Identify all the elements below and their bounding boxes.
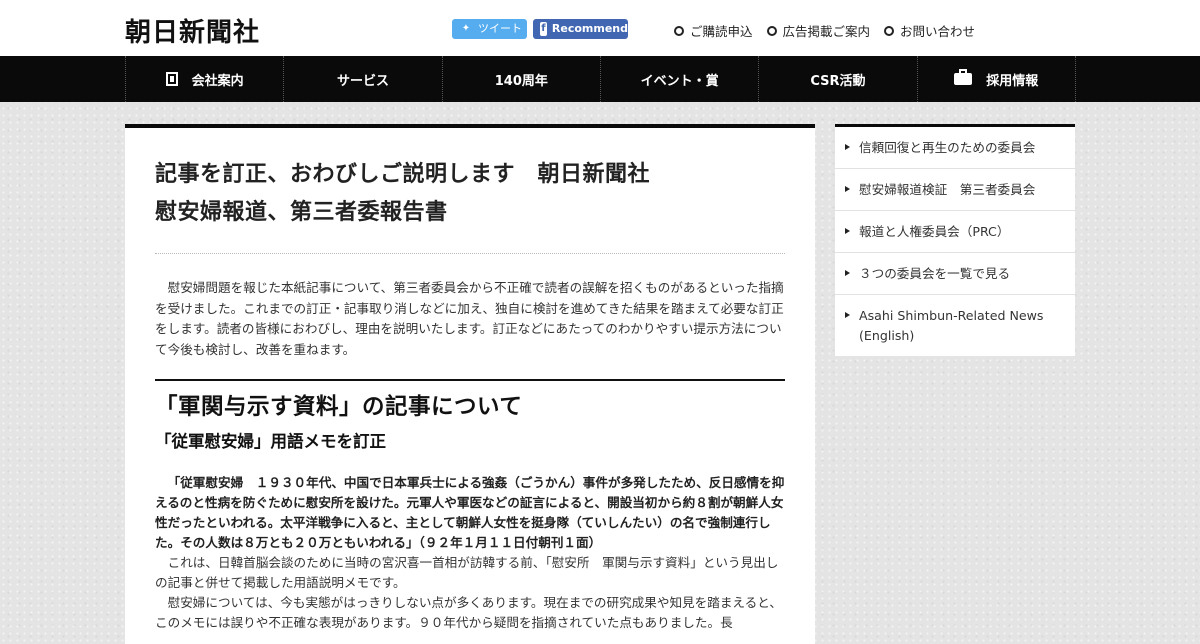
nav-item-140th[interactable]: 140周年 xyxy=(443,56,601,102)
facebook-recommend-button[interactable]: f Recommend xyxy=(533,19,628,39)
tweet-label: ツイート xyxy=(478,22,522,35)
twitter-icon: ✦ xyxy=(461,23,471,34)
page-title: 記事を訂正、おわびしご説明します 朝日新聞社 慰安婦報道、第三者委報告書 xyxy=(155,156,650,232)
title-line-2: 慰安婦報道、第三者委報告書 xyxy=(155,200,448,225)
lead-paragraph: 慰安婦問題を報じた本紙記事について、第三者委員会から不正確で読者の誤解を招くもの… xyxy=(155,278,785,360)
nav-label: イベント・賞 xyxy=(640,73,719,89)
sidebar-item-label: 信頼回復と再生のための委員会 xyxy=(859,140,1036,155)
briefcase-icon xyxy=(954,69,973,85)
nav-item-services[interactable]: サービス xyxy=(284,56,443,102)
subscribe-link-label: ご購読申込 xyxy=(690,24,753,39)
sidebar-item-label: ３つの委員会を一覧で見る xyxy=(859,266,1011,281)
sidebar-item-prc[interactable]: 報道と人権委員会（PRC） xyxy=(835,211,1075,253)
main-nav: 会社案内 サービス 140周年 イベント・賞 CSR活動 採用情報 xyxy=(0,56,1200,102)
subscribe-link[interactable]: ご購読申込 xyxy=(674,21,753,40)
recommend-label: Recommend xyxy=(551,22,628,35)
article-panel: 記事を訂正、おわびしご説明します 朝日新聞社 慰安婦報道、第三者委報告書 慰安婦… xyxy=(125,124,815,644)
quote-text: 「従軍慰安婦 １９３０年代、中国で日本軍兵士による強姦（ごうかん）事件が多発した… xyxy=(155,475,785,550)
bullet-circle-icon xyxy=(674,25,684,36)
nav-item-company[interactable]: 会社案内 xyxy=(126,56,285,102)
sidebar-item-committees-list[interactable]: ３つの委員会を一覧で見る xyxy=(835,253,1075,295)
body-paragraph: これは、日韓首脳会談のために当時の宮沢喜一首相が訪韓する前、「慰安所 軍関与示す… xyxy=(155,555,779,590)
sidebar: 信頼回復と再生のための委員会 慰安婦報道検証 第三者委員会 報道と人権委員会（P… xyxy=(835,124,1075,356)
advertising-link[interactable]: 広告掲載ご案内 xyxy=(766,21,871,40)
quoted-memo: 「従軍慰安婦 １９３０年代、中国で日本軍兵士による強姦（ごうかん）事件が多発した… xyxy=(155,473,785,553)
facebook-icon: f xyxy=(540,22,547,36)
section-divider xyxy=(155,379,785,381)
sidebar-item-label: 慰安婦報道検証 第三者委員会 xyxy=(859,182,1036,197)
nav-label: サービス xyxy=(336,73,389,89)
triangle-right-icon xyxy=(845,186,850,192)
triangle-right-icon xyxy=(845,312,850,318)
body-paragraph: 慰安婦については、今も実態がはっきりしない点が多くあります。現在までの研究成果や… xyxy=(155,595,782,630)
nav-label: CSR活動 xyxy=(810,73,866,89)
sidebar-item-label: Asahi Shimbun-Related News (English) xyxy=(859,308,1044,343)
title-line-1: 記事を訂正、おわびしご説明します 朝日新聞社 xyxy=(155,162,651,187)
site-logo[interactable]: 朝日新聞社 xyxy=(125,12,260,49)
advertising-link-label: 広告掲載ご案内 xyxy=(782,24,871,39)
nav-label: 採用情報 xyxy=(986,73,1039,89)
tweet-button[interactable]: ✦ ツイート xyxy=(452,19,527,39)
triangle-right-icon xyxy=(845,270,850,276)
dotted-divider xyxy=(155,253,785,254)
triangle-right-icon xyxy=(845,228,850,234)
triangle-right-icon xyxy=(845,144,850,150)
section-heading: 「軍関与示す資料」の記事について xyxy=(155,394,523,420)
bullet-circle-icon xyxy=(884,25,895,36)
article-body: これは、日韓首脳会談のために当時の宮沢喜一首相が訪韓する前、「慰安所 軍関与示す… xyxy=(155,553,785,633)
contact-link[interactable]: お問い合わせ xyxy=(884,21,975,40)
lead-text: 慰安婦問題を報じた本紙記事について、第三者委員会から不正確で読者の誤解を招くもの… xyxy=(155,280,784,357)
top-links: ご購読申込 広告掲載ご案内 お問い合わせ xyxy=(674,21,989,40)
section-subheading: 「従軍慰安婦」用語メモを訂正 xyxy=(155,432,386,451)
top-header: 朝日新聞社 ✦ ツイート f Recommend ご購読申込 広告掲載ご案内 お… xyxy=(0,0,1200,56)
nav-item-csr[interactable]: CSR活動 xyxy=(759,56,918,102)
building-icon xyxy=(165,72,178,86)
sidebar-item-third-party-committee[interactable]: 慰安婦報道検証 第三者委員会 xyxy=(835,169,1075,211)
bullet-circle-icon xyxy=(766,25,777,36)
nav-item-recruit[interactable]: 採用情報 xyxy=(918,56,1076,102)
nav-item-events[interactable]: イベント・賞 xyxy=(601,56,760,102)
nav-label: 会社案内 xyxy=(191,73,244,89)
nav-label: 140周年 xyxy=(494,73,548,89)
sidebar-item-trust-committee[interactable]: 信頼回復と再生のための委員会 xyxy=(835,127,1075,169)
sidebar-item-english-news[interactable]: Asahi Shimbun-Related News (English) xyxy=(835,295,1075,356)
sidebar-item-label: 報道と人権委員会（PRC） xyxy=(859,224,1010,239)
contact-link-label: お問い合わせ xyxy=(900,24,976,39)
